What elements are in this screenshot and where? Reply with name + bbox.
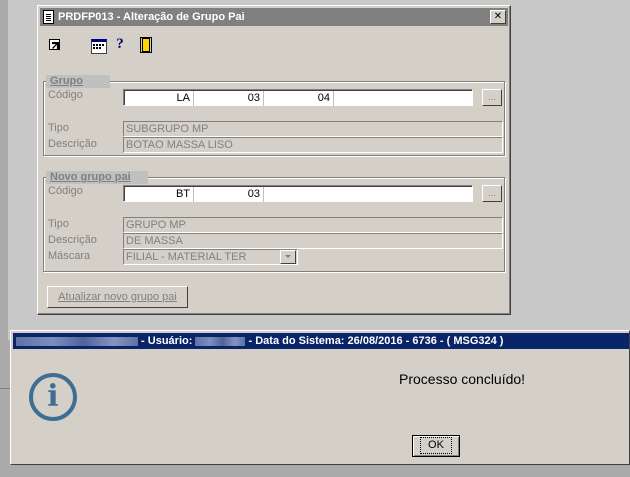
novo-codigo-field[interactable]: BT 03 (123, 185, 473, 202)
novo-mascara-label: Máscara (48, 250, 91, 262)
novo-codigo-seg-1[interactable]: BT (124, 187, 194, 202)
novo-codigo-label: Código (48, 185, 83, 197)
novo-codigo-seg-2[interactable]: 03 (194, 187, 264, 202)
door-icon[interactable] (137, 36, 153, 53)
atualizar-button[interactable]: Atualizar novo grupo pai (47, 286, 188, 308)
grupo-legend: Grupo (46, 75, 110, 88)
novo-grupo-panel: Novo grupo pai Código BT 03 ... Tipo GRU… (43, 171, 505, 272)
message-text: Processo concluído! (399, 371, 526, 387)
exit-icon[interactable] (46, 36, 62, 52)
message-titlebar[interactable]: - Usuário: - Data do Sistema: 26/08/2016… (13, 333, 629, 349)
redacted-app-name (16, 336, 138, 346)
grupo-descricao-label: Descrição (48, 138, 97, 150)
mascara-value: FILIAL - MATERIAL TER (126, 251, 247, 263)
novo-tipo-label: Tipo (48, 218, 69, 230)
grupo-codigo-field[interactable]: LA 03 04 (123, 89, 473, 106)
redacted-user-name (195, 336, 246, 346)
message-title-date: - Data do Sistema: 26/08/2016 - 6736 - (… (245, 335, 504, 347)
grupo-codigo-seg-2[interactable]: 03 (194, 91, 264, 106)
main-titlebar[interactable]: PRDFP013 - Alteração de Grupo Pai ✕ (40, 8, 508, 26)
novo-grupo-legend: Novo grupo pai (46, 171, 148, 184)
ok-button[interactable]: OK (412, 435, 460, 457)
grupo-tipo-field: SUBGRUPO MP (123, 121, 503, 137)
document-icon (43, 10, 54, 24)
calendar-icon[interactable] (90, 36, 107, 54)
grupo-lookup-button[interactable]: ... (482, 89, 502, 106)
main-dialog: PRDFP013 - Alteração de Grupo Pai ✕ ? Gr… (37, 5, 511, 315)
ok-label: OK (420, 437, 452, 454)
grupo-tipo-label: Tipo (48, 122, 69, 134)
mascara-select[interactable]: FILIAL - MATERIAL TER (123, 249, 298, 265)
message-title-user: - Usuário: (138, 335, 196, 347)
chevron-down-icon[interactable] (280, 250, 296, 264)
grupo-codigo-label: Código (48, 89, 83, 101)
grupo-codigo-seg-3[interactable]: 04 (264, 91, 334, 106)
close-button[interactable]: ✕ (490, 10, 506, 24)
grupo-panel: Grupo Código LA 03 04 ... Tipo SUBGRUPO … (43, 75, 505, 156)
grupo-codigo-seg-1[interactable]: LA (124, 91, 194, 106)
toolbar: ? (42, 33, 502, 55)
grupo-descricao-field: BOTAO MASSA LISO (123, 137, 503, 153)
window-title: PRDFP013 - Alteração de Grupo Pai (58, 11, 245, 23)
information-icon: i (29, 373, 77, 421)
novo-lookup-button[interactable]: ... (482, 185, 502, 202)
message-dialog: - Usuário: - Data do Sistema: 26/08/2016… (10, 330, 630, 465)
novo-descricao-field: DE MASSA (123, 233, 503, 249)
novo-descricao-label: Descrição (48, 234, 97, 246)
novo-tipo-field: GRUPO MP (123, 217, 503, 233)
help-icon[interactable]: ? (112, 36, 128, 52)
